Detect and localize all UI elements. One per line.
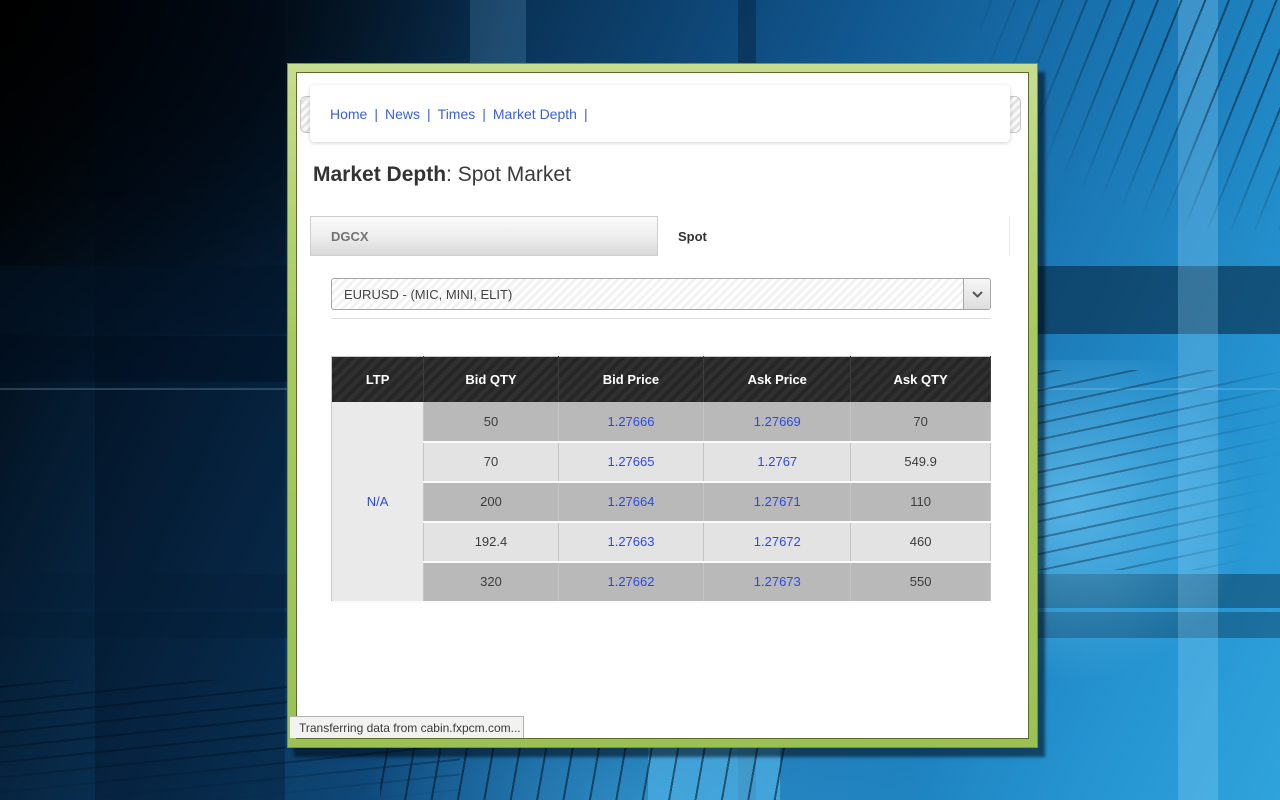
bid-price-cell: 1.27666 [558,402,704,442]
browser-window: Home | News | Times | Market Depth | Mar… [287,63,1038,748]
nav-separator: | [427,106,431,122]
nav-link-news[interactable]: News [385,106,420,122]
ask-price-link[interactable]: 1.27669 [754,414,801,429]
header-ask-price: Ask Price [704,357,851,402]
table-row: 200 1.27664 1.27671 110 [332,482,991,522]
page-title-bold: Market Depth [313,163,446,186]
table-row: 70 1.27665 1.2767 549.9 [332,442,991,482]
divider [331,318,991,319]
tab-spot[interactable]: Spot [658,216,1010,256]
bid-qty-cell: 70 [424,442,558,482]
ask-price-cell: 1.27669 [704,402,851,442]
ask-price-link[interactable]: 1.27672 [754,534,801,549]
wallpaper-streaks [1020,370,1280,570]
nav-separator: | [584,106,588,122]
table-header-row: LTP Bid QTY Bid Price Ask Price Ask QTY [332,357,991,402]
bid-price-link[interactable]: 1.27663 [607,534,654,549]
ask-price-cell: 1.27671 [704,482,851,522]
ask-qty-cell: 460 [851,522,991,562]
ask-qty-cell: 549.9 [851,442,991,482]
table-row: N/A 50 1.27666 1.27669 70 [332,402,991,442]
ask-price-cell: 1.2767 [704,442,851,482]
instrument-select[interactable]: EURUSD - (MIC, MINI, ELIT) [331,278,991,310]
bid-qty-cell: 320 [424,562,558,602]
status-text: Transferring data from cabin.fxpcm.com..… [299,721,521,735]
nav-separator: | [374,106,378,122]
ask-price-cell: 1.27673 [704,562,851,602]
header-bid-price: Bid Price [558,357,704,402]
nav-separator: | [482,106,486,122]
browser-viewport: Home | News | Times | Market Depth | Mar… [296,72,1029,739]
market-depth-table: LTP Bid QTY Bid Price Ask Price Ask QTY … [331,356,991,603]
nav-link-times[interactable]: Times [438,106,476,122]
ask-price-link[interactable]: 1.27671 [754,494,801,509]
bid-price-cell: 1.27665 [558,442,704,482]
bid-qty-cell: 192.4 [424,522,558,562]
bid-price-cell: 1.27662 [558,562,704,602]
header-bid-qty: Bid QTY [424,357,558,402]
nav-link-home[interactable]: Home [330,106,367,122]
ask-price-link[interactable]: 1.27673 [754,574,801,589]
ltp-cell: N/A [332,402,424,602]
chevron-down-icon[interactable] [963,279,990,309]
table-row: 192.4 1.27663 1.27672 460 [332,522,991,562]
nav-link-market-depth[interactable]: Market Depth [493,106,577,122]
table-row: 320 1.27662 1.27673 550 [332,562,991,602]
bid-qty-cell: 200 [424,482,558,522]
bid-qty-cell: 50 [424,402,558,442]
ask-price-cell: 1.27672 [704,522,851,562]
tab-bar: DGCX Spot [310,216,1010,256]
bid-price-link[interactable]: 1.27665 [607,454,654,469]
bid-price-link[interactable]: 1.27664 [607,494,654,509]
instrument-select-value: EURUSD - (MIC, MINI, ELIT) [332,287,963,302]
header-ask-qty: Ask QTY [851,357,991,402]
ask-qty-cell: 550 [851,562,991,602]
ask-qty-cell: 70 [851,402,991,442]
bid-price-link[interactable]: 1.27666 [607,414,654,429]
tab-dgcx-label: DGCX [331,229,369,244]
tab-dgcx[interactable]: DGCX [310,216,658,256]
bid-price-cell: 1.27664 [558,482,704,522]
nav-bar: Home | News | Times | Market Depth | [310,85,1010,142]
ask-price-link[interactable]: 1.2767 [757,454,797,469]
header-ltp: LTP [332,357,424,402]
page-title: Market Depth: Spot Market [313,163,571,187]
bid-price-cell: 1.27663 [558,522,704,562]
ltp-value[interactable]: N/A [367,494,389,509]
ask-qty-cell: 110 [851,482,991,522]
bid-price-link[interactable]: 1.27662 [607,574,654,589]
page-title-rest: : Spot Market [446,163,571,186]
tab-spot-label: Spot [678,229,707,244]
status-bar: Transferring data from cabin.fxpcm.com..… [290,716,524,738]
